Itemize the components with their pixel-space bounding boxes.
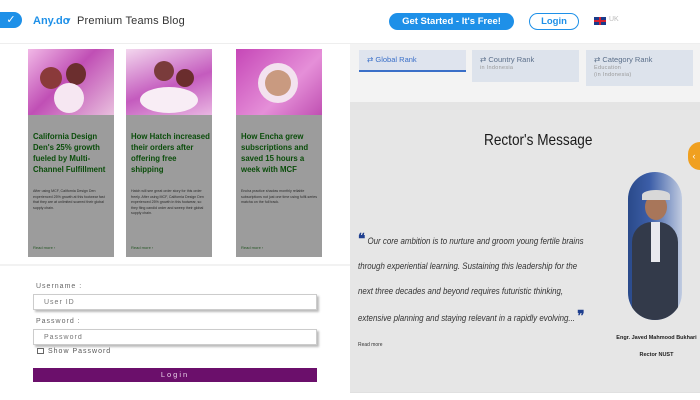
uk-flag-icon[interactable] (594, 17, 606, 25)
card-title[interactable]: How Encha grew subscriptions and saved 1… (241, 131, 321, 175)
get-started-button[interactable]: Get Started - It's Free! (389, 13, 514, 30)
username-input[interactable] (33, 294, 317, 310)
card-description: Hatch will see great order story for thi… (131, 189, 204, 215)
brand-name[interactable]: Any.do (33, 15, 69, 27)
quote-text: Our core ambition is to nurture and groo… (358, 236, 584, 323)
blog-title: Premium Teams Blog (77, 15, 185, 27)
blog-card[interactable]: California Design Den's 25% growth fuele… (28, 49, 114, 257)
read-more-link[interactable]: Read more › (33, 245, 55, 250)
rank-icon: ⇄ (594, 55, 601, 64)
rector-quote: ❝ Our core ambition is to nurture and gr… (358, 227, 588, 358)
rank-icon: ⇄ (480, 55, 487, 64)
tab-label: Global Rank (375, 55, 417, 64)
card-image (126, 49, 212, 115)
login-button[interactable]: Login (33, 368, 317, 382)
card-image (236, 49, 322, 115)
tab-sublabel-2: (in Indonesia) (594, 72, 632, 78)
close-quote-icon: ❞ (577, 308, 585, 325)
card-description: After using MCF, California Design Den e… (33, 189, 105, 210)
open-quote-icon: ❝ (358, 231, 366, 248)
tab-category-rank[interactable]: ⇄ Category Rank Education (in Indonesia) (586, 50, 693, 86)
rank-tabs: ⇄ Global Rank ⇄ Country Rank in Indonesi… (350, 44, 700, 102)
read-more-link[interactable]: Read more › (131, 245, 153, 250)
tab-sublabel: Education (594, 65, 622, 71)
tab-label: Country Rank (488, 55, 535, 64)
password-label: Password : (36, 318, 81, 325)
bottom-strip (350, 392, 700, 400)
blog-cards: California Design Den's 25% growth fuele… (0, 44, 350, 264)
tab-country-rank[interactable]: ⇄ Country Rank in Indonesia (472, 50, 579, 82)
rank-icon: ⇄ (367, 55, 374, 64)
section-divider (0, 264, 350, 266)
chevron-down-icon[interactable]: ▾ (66, 15, 71, 26)
rector-photo (628, 172, 682, 320)
show-password-checkbox[interactable] (37, 348, 44, 355)
show-password-toggle[interactable]: Show Password (37, 348, 111, 355)
password-input[interactable] (33, 329, 317, 345)
rector-message-section: Rector's Message ❝ Our core ambition is … (350, 110, 700, 394)
top-header: ✓ Any.do ▾ Premium Teams Blog Get Starte… (0, 0, 700, 44)
blog-card[interactable]: How Hatch increased their orders after o… (126, 49, 212, 257)
card-description: Encha practice shadow monthly reliable s… (241, 189, 318, 204)
username-label: Username : (36, 283, 83, 290)
read-more-link[interactable]: Read more › (241, 245, 263, 250)
tab-global-rank[interactable]: ⇄ Global Rank (359, 50, 466, 72)
show-password-label: Show Password (48, 348, 112, 355)
blog-card[interactable]: How Encha grew subscriptions and saved 1… (236, 49, 322, 257)
card-title[interactable]: How Hatch increased their orders after o… (131, 131, 211, 175)
section-title: Rector's Message (484, 132, 593, 149)
login-form: Username : Password : Show Password Logi… (0, 268, 350, 400)
header-login-button[interactable]: Login (529, 13, 579, 30)
language-code[interactable]: UK (609, 16, 619, 23)
card-title[interactable]: California Design Den's 25% growth fuele… (33, 131, 113, 175)
card-image (28, 49, 114, 115)
rector-role: Rector NUST (639, 352, 674, 358)
read-more-link[interactable]: Read more (358, 342, 382, 348)
right-panel: ⇄ Global Rank ⇄ Country Rank in Indonesi… (350, 44, 700, 400)
tab-sublabel: in Indonesia (480, 65, 514, 71)
rector-name: Engr. Javed Mahmood Bukhari (616, 335, 697, 341)
check-logo-icon[interactable]: ✓ (0, 12, 22, 28)
tab-label: Category Rank (602, 55, 653, 64)
